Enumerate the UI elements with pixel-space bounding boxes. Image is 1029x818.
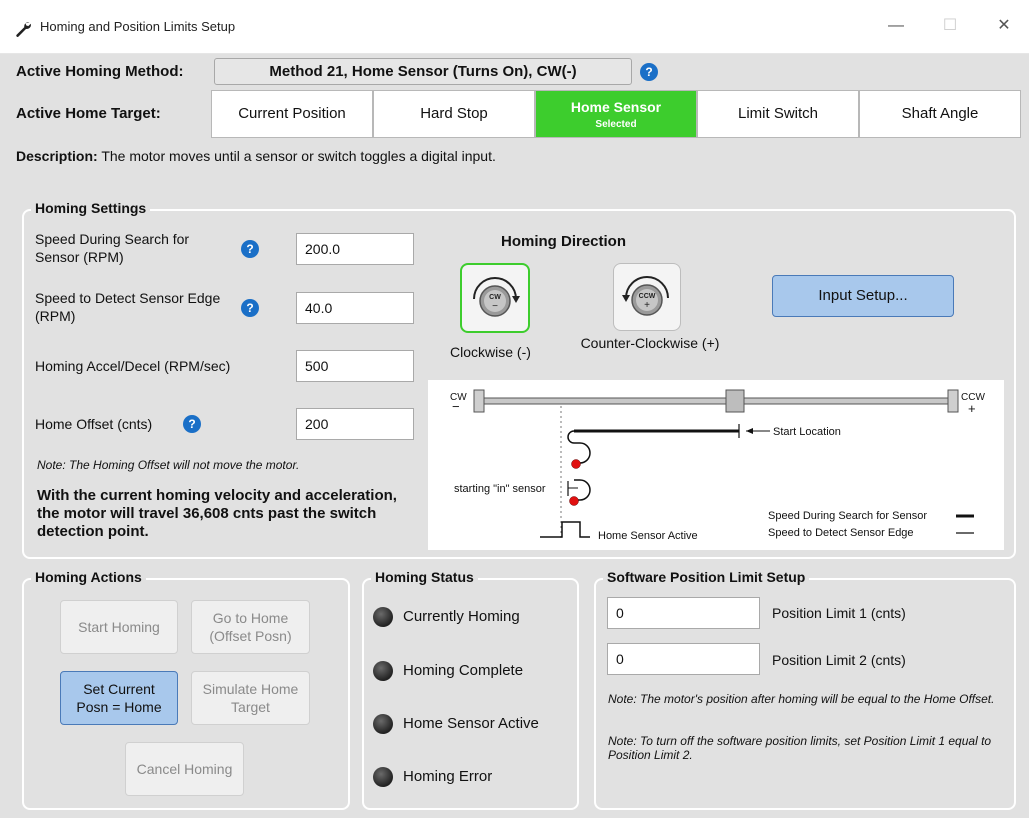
close-button[interactable]: ✕ [989, 14, 1019, 38]
position-note-2: Note: To turn off the software position … [608, 734, 992, 762]
home-offset-label: Home Offset (cnts) [35, 416, 153, 432]
homing-diagram-svg: CW − CCW + Start Location starting "in" … [450, 389, 985, 542]
svg-text:CCW: CCW [639, 293, 656, 300]
help-icon[interactable]: ? [183, 415, 201, 433]
description-label: Description: [16, 148, 98, 164]
ccw-direction-button[interactable]: CCW + [613, 263, 681, 331]
offset-note: Note: The Homing Offset will not move th… [37, 458, 300, 472]
homing-settings-title: Homing Settings [31, 200, 151, 216]
search-speed-label: Speed During Search for Sensor (RPM) [35, 231, 190, 265]
help-icon[interactable]: ? [241, 299, 259, 317]
position-limit-title: Software Position Limit Setup [603, 569, 810, 585]
currently-homing-label: Currently Homing [403, 608, 520, 625]
start-homing-button[interactable]: Start Homing [60, 600, 178, 654]
wrench-icon [16, 22, 31, 37]
position-limit-2-input[interactable]: 0 [607, 643, 760, 675]
cw-rotation-icon: CW − [473, 277, 520, 317]
accel-label: Homing Accel/Decel (RPM/sec) [35, 358, 231, 374]
homing-error-led [373, 767, 393, 787]
svg-text:−: − [492, 301, 498, 312]
detect-speed-label: Speed to Detect Sensor Edge (RPM) [35, 290, 221, 324]
cw-label: Clockwise (-) [450, 344, 531, 360]
start-location-label: Start Location [773, 426, 841, 438]
svg-text:+: + [644, 300, 650, 311]
svg-text:CW: CW [489, 294, 501, 301]
simulate-home-target-button[interactable]: Simulate Home Target [191, 671, 310, 725]
description-text: The motor moves until a sensor or switch… [101, 148, 496, 164]
minimize-button[interactable]: — [881, 14, 911, 38]
ccw-rotation-icon: CCW + [622, 276, 669, 316]
method-label: Active Homing Method: [16, 63, 184, 80]
legend-search-label: Speed During Search for Sensor [768, 510, 927, 522]
diagram-plus-label: + [968, 401, 976, 416]
currently-homing-led [373, 607, 393, 627]
target-current-position-button[interactable]: Current Position [211, 90, 373, 138]
home-sensor-active-led [373, 714, 393, 734]
homing-error-label: Homing Error [403, 768, 493, 785]
homing-complete-label: Homing Complete [403, 662, 524, 679]
method-value: Method 21, Home Sensor (Turns On), CW(-) [214, 58, 632, 85]
travel-text: With the current homing velocity and acc… [37, 487, 397, 540]
target-shaft-angle-button[interactable]: Shaft Angle [859, 90, 1021, 138]
help-icon[interactable]: ? [241, 240, 259, 258]
input-setup-button[interactable]: Input Setup... [772, 275, 954, 317]
homing-actions-title: Homing Actions [31, 569, 146, 585]
target-label: Active Home Target: [16, 105, 161, 122]
position-note-1: Note: The motor's position after homing … [608, 692, 995, 706]
home-sensor-active-status-label: Home Sensor Active [403, 715, 539, 732]
window-title: Homing and Position Limits Setup [40, 19, 236, 34]
target-home-sensor-label: Home Sensor [570, 99, 662, 115]
position-limit-1-input[interactable]: 0 [607, 597, 760, 629]
homing-direction-title: Homing Direction [501, 233, 627, 250]
homing-diagram: CW − CCW + Start Location starting "in" … [428, 380, 1004, 550]
home-sensor-active-label: Home Sensor Active [598, 530, 698, 542]
target-limit-switch-button[interactable]: Limit Switch [697, 90, 859, 138]
maximize-button[interactable]: ☐ [935, 14, 965, 38]
search-speed-input[interactable]: 200.0 [296, 233, 414, 265]
position-limit-1-label: Position Limit 1 (cnts) [772, 605, 906, 621]
homing-complete-led [373, 661, 393, 681]
selected-badge: Selected [595, 119, 637, 130]
legend-detect-label: Speed to Detect Sensor Edge [768, 527, 914, 539]
accel-input[interactable]: 500 [296, 350, 414, 382]
cancel-homing-button[interactable]: Cancel Homing [125, 742, 244, 796]
help-icon[interactable]: ? [640, 63, 658, 81]
description: Description: The motor moves until a sen… [16, 148, 496, 164]
detect-speed-input[interactable]: 40.0 [296, 292, 414, 324]
starting-in-sensor-label: starting "in" sensor [454, 483, 546, 495]
diagram-minus-label: − [452, 399, 460, 414]
target-hard-stop-button[interactable]: Hard Stop [373, 90, 535, 138]
ccw-label: Counter-Clockwise (+) [580, 335, 720, 351]
homing-status-title: Homing Status [371, 569, 478, 585]
go-to-home-button[interactable]: Go to Home (Offset Posn) [191, 600, 310, 654]
title-bar: Homing and Position Limits Setup — ☐ ✕ [0, 0, 1029, 54]
home-offset-input[interactable]: 200 [296, 408, 414, 440]
position-limit-2-label: Position Limit 2 (cnts) [772, 652, 906, 668]
target-home-sensor-button[interactable]: Home Sensor Selected [535, 90, 697, 138]
set-current-home-button[interactable]: Set Current Posn = Home [60, 671, 178, 725]
cw-direction-button[interactable]: CW − [460, 263, 530, 333]
